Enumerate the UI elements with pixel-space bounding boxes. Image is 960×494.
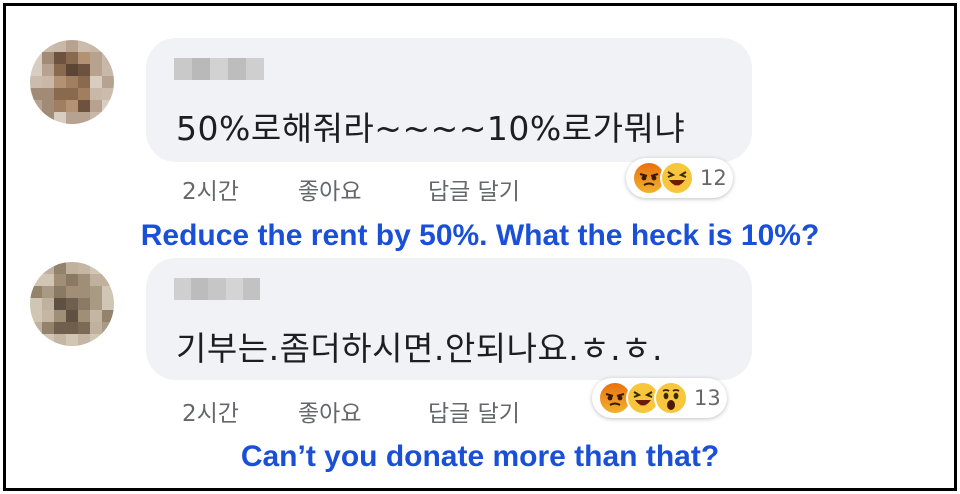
blurred-username[interactable] — [174, 58, 264, 80]
translation-caption: Reduce the rent by 50%. What the heck is… — [140, 219, 820, 252]
comment-text: 기부는.좀더하시면.안되나요.ㅎ.ㅎ. — [176, 329, 663, 368]
avatar[interactable] — [30, 262, 114, 346]
timestamp[interactable]: 2시간 — [182, 172, 239, 206]
translation-caption: Can’t you donate more than that? — [240, 440, 720, 473]
wow-icon — [654, 381, 688, 415]
reply-link[interactable]: 답글 달기 — [428, 172, 520, 206]
blurred-username[interactable] — [174, 278, 261, 300]
reaction-summary[interactable]: 12 — [626, 158, 733, 198]
comment-bubble: 기부는.좀더하시면.안되나요.ㅎ.ㅎ. — [146, 258, 752, 380]
reaction-count: 13 — [694, 386, 721, 410]
comment-actions: 2시간 좋아요 답글 달기 — [182, 394, 602, 427]
avatar[interactable] — [30, 40, 114, 124]
timestamp[interactable]: 2시간 — [182, 394, 239, 428]
reaction-summary[interactable]: 13 — [592, 378, 727, 418]
reaction-count: 12 — [700, 166, 727, 190]
comment-bubble: 50%로해줘라~~~~10%로가뭐냐 — [146, 38, 752, 162]
comment-text: 50%로해줘라~~~~10%로가뭐냐 — [176, 109, 686, 148]
like-link[interactable]: 좋아요 — [298, 172, 361, 206]
reply-link[interactable]: 답글 달기 — [428, 394, 520, 428]
like-link[interactable]: 좋아요 — [298, 394, 361, 428]
haha-icon — [660, 161, 694, 195]
comment-actions: 2시간 좋아요 답글 달기 — [182, 172, 602, 205]
